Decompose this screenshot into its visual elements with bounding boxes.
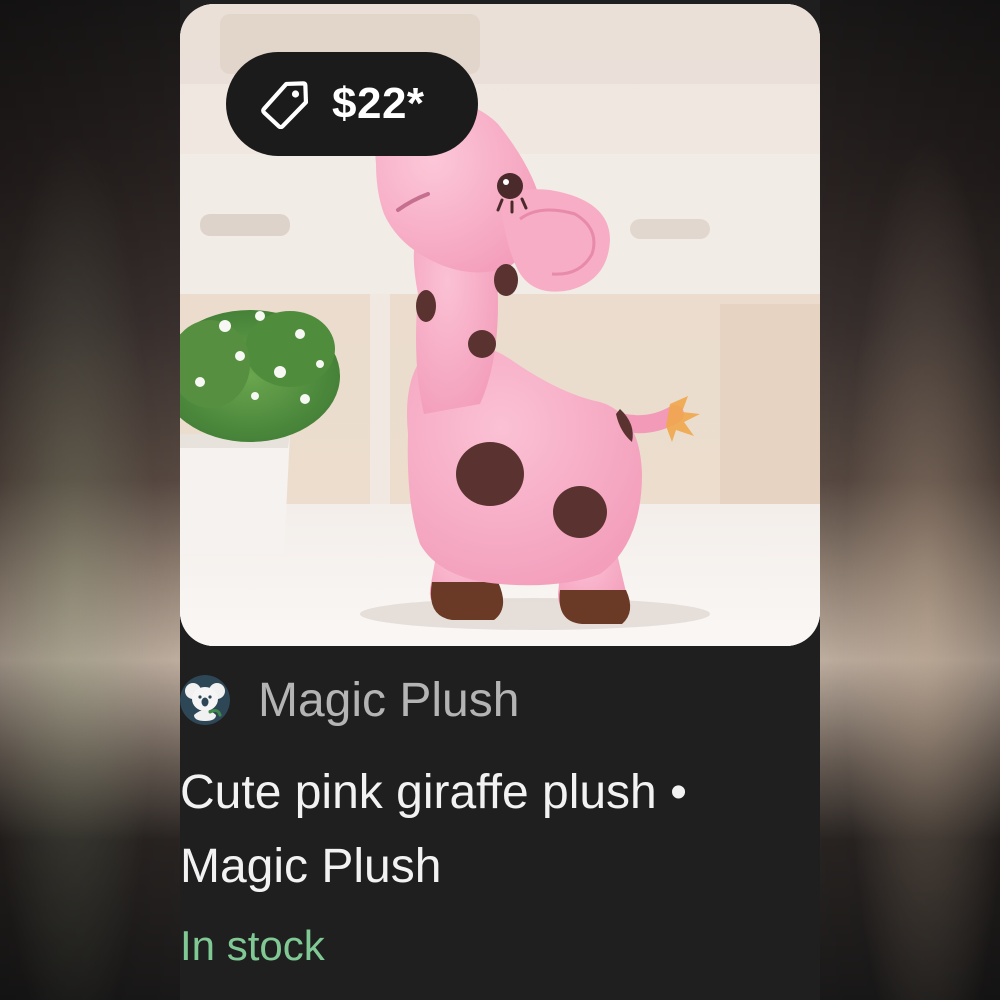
- backdrop-left-blur: [0, 0, 180, 1000]
- backdrop-right-blur: [820, 0, 1000, 1000]
- stock-status: In stock: [180, 922, 325, 969]
- merchant-name[interactable]: Magic Plush: [258, 673, 519, 728]
- merchant-row[interactable]: Magic Plush: [180, 668, 519, 732]
- koala-logo-icon: [180, 675, 230, 725]
- price-badge: $22*: [226, 52, 478, 156]
- product-card[interactable]: $22* Magic Plush Cute pink giraffe plush…: [180, 0, 820, 1000]
- product-image[interactable]: $22*: [180, 4, 820, 646]
- price-text: $22*: [332, 79, 425, 128]
- product-title[interactable]: Cute pink giraffe plush • Magic Plush: [180, 756, 820, 904]
- price-tag-icon: [260, 79, 310, 129]
